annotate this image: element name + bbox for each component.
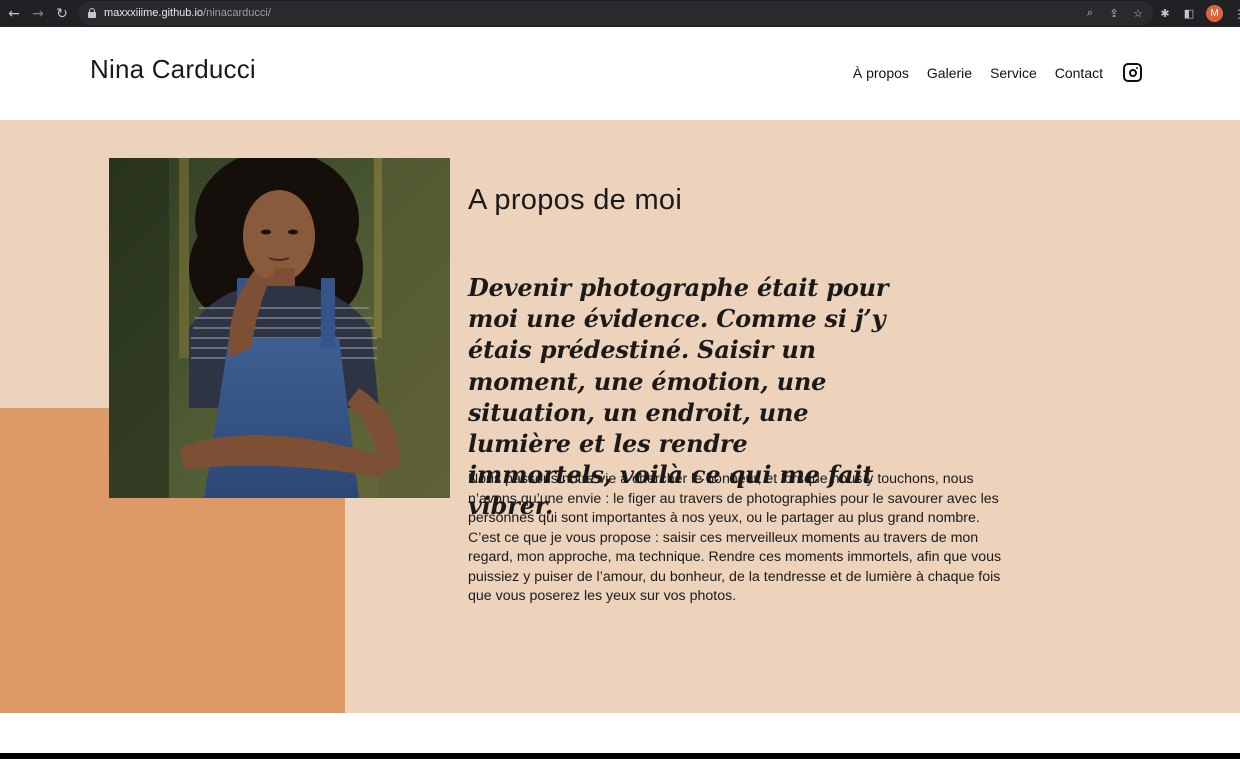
about-title: A propos de moi — [468, 184, 683, 216]
nav-link-service[interactable]: Service — [990, 65, 1037, 81]
nav-link-galerie[interactable]: Galerie — [927, 65, 972, 81]
side-panel-icon[interactable]: ◧ — [1182, 7, 1196, 20]
bookmark-star-icon[interactable]: ☆ — [1131, 7, 1145, 20]
forward-arrow-icon[interactable]: → — [26, 2, 50, 26]
browser-toolbar: ← → ↻ maxxxiiime.github.io/ninacarducci/… — [0, 0, 1240, 27]
web-page: Nina Carducci À propos Galerie Service C… — [0, 27, 1240, 753]
portrait-photo — [109, 158, 450, 498]
extensions-puzzle-icon[interactable]: ✱ — [1158, 7, 1172, 20]
menu-kebab-icon[interactable]: ⋮ — [1233, 7, 1240, 21]
about-body: Nous passons notre vie à chercher le bon… — [468, 471, 1002, 604]
page-bottom — [0, 713, 1240, 753]
zoom-icon[interactable]: ⌕ — [1083, 6, 1097, 20]
nav-link-a-propos[interactable]: À propos — [853, 65, 909, 81]
avatar[interactable]: M — [1206, 5, 1223, 22]
site-brand[interactable]: Nina Carducci — [90, 54, 256, 85]
reload-icon[interactable]: ↻ — [50, 2, 74, 26]
url-host: maxxxiiime.github.io — [104, 7, 204, 19]
back-arrow-icon[interactable]: ← — [2, 2, 26, 26]
lock-icon[interactable] — [88, 8, 96, 18]
site-header: Nina Carducci À propos Galerie Service C… — [0, 27, 1240, 120]
nav-link-contact[interactable]: Contact — [1055, 65, 1103, 81]
main-nav: À propos Galerie Service Contact — [853, 63, 1142, 82]
about-section: A propos de moi Devenir photographe étai… — [0, 120, 1240, 713]
url-path: /ninacarducci/ — [203, 7, 271, 19]
address-bar[interactable]: maxxxiiime.github.io/ninacarducci/ ⌕ ⇪ ☆ — [78, 1, 1153, 25]
share-icon[interactable]: ⇪ — [1107, 7, 1121, 20]
instagram-icon[interactable] — [1123, 63, 1142, 82]
